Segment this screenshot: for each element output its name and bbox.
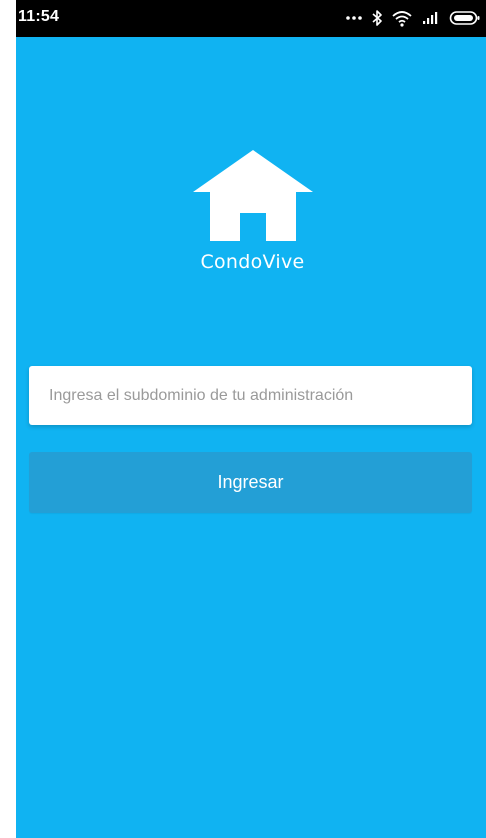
house-icon	[192, 150, 313, 242]
more-dots-icon	[345, 15, 363, 21]
app-screen: 11:54 CondoVive Ingresa el subdominio de…	[16, 0, 486, 838]
status-bar: 11:54	[16, 0, 486, 37]
bluetooth-icon	[371, 9, 383, 27]
signal-icon	[421, 10, 441, 26]
wifi-icon	[391, 9, 413, 27]
brand-logo: CondoVive	[16, 150, 486, 273]
status-icons	[345, 7, 481, 29]
subdomain-field[interactable]	[29, 366, 472, 425]
battery-icon	[449, 10, 481, 26]
subdomain-input[interactable]	[29, 366, 472, 425]
ingresar-button[interactable]: Ingresar	[29, 452, 472, 513]
status-time: 11:54	[18, 8, 60, 25]
brand-name: CondoVive	[200, 251, 305, 273]
